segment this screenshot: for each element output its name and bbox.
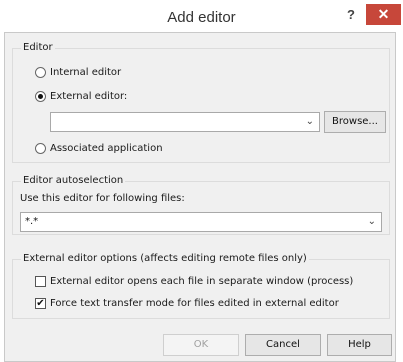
cancel-button[interactable]: Cancel (245, 334, 321, 356)
external-editor-combo[interactable]: ⌄ (50, 112, 320, 132)
separate-window-option[interactable]: External editor opens each file in separ… (35, 276, 353, 287)
add-editor-dialog: Add editor ? ✕ Editor Internal editor Ex… (0, 0, 403, 362)
external-options-group-title: External editor options (affects editing… (21, 253, 309, 264)
force-text-checkbox[interactable]: ✔ (35, 298, 46, 309)
external-editor-label: External editor: (50, 91, 128, 102)
title-bar: Add editor ? ✕ (0, 0, 403, 33)
internal-editor-label: Internal editor (50, 67, 122, 78)
file-mask-combo[interactable]: *.* ⌄ (20, 212, 382, 232)
chevron-down-icon[interactable]: ⌄ (368, 216, 376, 227)
dialog-content: Editor Internal editor External editor: … (4, 32, 396, 362)
close-icon[interactable]: ✕ (366, 4, 401, 25)
ok-button[interactable]: OK (163, 334, 239, 356)
separate-window-label: External editor opens each file in separ… (50, 276, 354, 287)
autoselection-group-title: Editor autoselection (21, 175, 126, 186)
internal-editor-radio[interactable] (35, 67, 46, 78)
force-text-option[interactable]: ✔ Force text transfer mode for files edi… (35, 298, 339, 309)
chevron-down-icon[interactable]: ⌄ (306, 116, 314, 127)
external-editor-radio[interactable] (35, 91, 46, 102)
help-button[interactable]: Help (327, 334, 392, 356)
browse-button[interactable]: Browse... (324, 111, 386, 133)
editor-group: Editor Internal editor External editor: … (12, 42, 390, 163)
associated-application-option[interactable]: Associated application (35, 143, 163, 154)
associated-application-radio[interactable] (35, 143, 46, 154)
file-mask-label: Use this editor for following files: (20, 193, 185, 204)
internal-editor-option[interactable]: Internal editor (35, 67, 121, 78)
help-icon[interactable]: ? (339, 6, 363, 24)
force-text-label: Force text transfer mode for files edite… (50, 298, 339, 309)
external-editor-option[interactable]: External editor: (35, 91, 127, 102)
file-mask-value: *.* (25, 216, 39, 227)
editor-group-title: Editor (21, 42, 55, 53)
separate-window-checkbox[interactable] (35, 276, 46, 287)
autoselection-group: Editor autoselection Use this editor for… (12, 175, 390, 235)
associated-application-label: Associated application (50, 143, 163, 154)
external-options-group: External editor options (affects editing… (12, 253, 390, 319)
